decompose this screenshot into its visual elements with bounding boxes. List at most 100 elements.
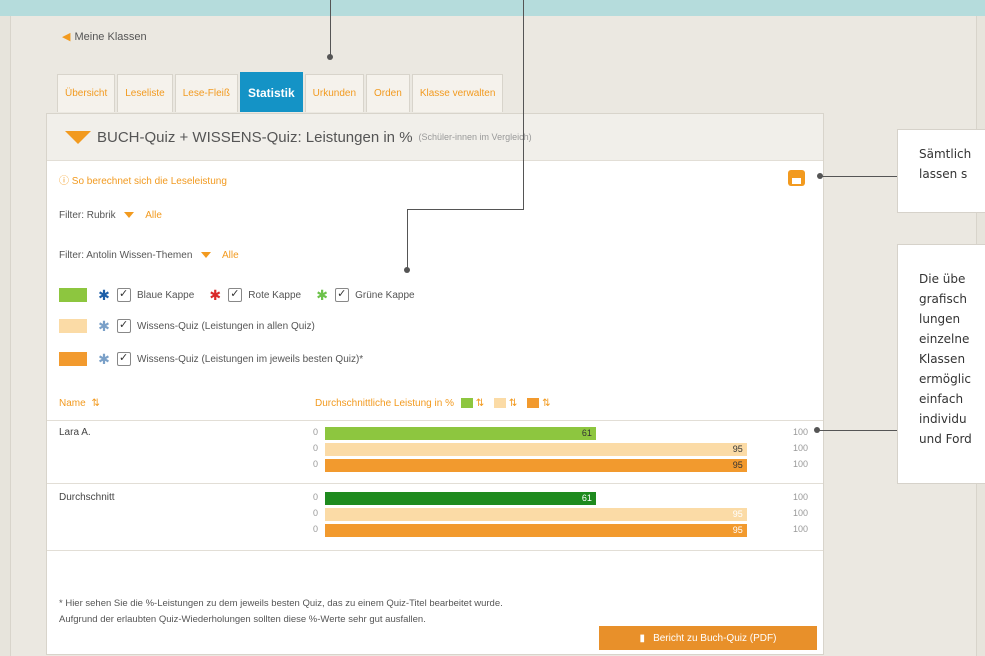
print-icon[interactable] (788, 170, 805, 186)
callout-chart-line: individu (919, 412, 967, 426)
bar-value: 61 (581, 493, 592, 503)
bar-max: 100 (793, 459, 809, 469)
callout-print: Sämtlich lassen s (897, 129, 985, 213)
bar-fill: 95 (325, 459, 747, 472)
connector-line (820, 176, 897, 177)
checkbox-rote-kappe[interactable] (228, 287, 243, 302)
splat-icon: ✱ (98, 350, 110, 367)
legend-swatch-light-orange (59, 319, 87, 333)
filter-rubrik-value: Alle (145, 210, 162, 221)
tab-orden[interactable]: Orden (366, 74, 410, 112)
checkbox-wissens-quiz-beste[interactable] (117, 351, 131, 366)
callout-chart: Die übe grafisch lungen einzelne Klassen… (897, 244, 985, 484)
bar-max: 100 (793, 443, 809, 453)
callout-chart-line: Klassen (919, 352, 966, 366)
bar-line: 0 61 100 (313, 492, 808, 505)
filter-wissen-value: Alle (221, 250, 239, 261)
filter-wissen-themen[interactable]: Filter: Antolin Wissen-Themen Alle (59, 250, 239, 261)
checkbox-wissens-quiz-alle[interactable] (117, 318, 131, 333)
legend-label-wissens-alle: Wissens-Quiz (Leistungen in allen Quiz) (137, 320, 315, 332)
connector-line (817, 430, 897, 431)
sort-orange-icon[interactable]: ⇅ (542, 398, 550, 409)
filter-rubrik[interactable]: Filter: Rubrik Alle (59, 210, 162, 221)
pdf-report-label: Bericht zu Buch-Quiz (PDF) (653, 632, 777, 644)
dropdown-triangle-icon (201, 252, 212, 259)
footnote-line-1: * Hier sehen Sie die %-Leistungen zu dem… (59, 598, 503, 609)
callout-chart-line: einfach (919, 392, 964, 406)
collapse-triangle-icon[interactable] (65, 130, 91, 144)
bar-zero: 0 (313, 427, 319, 437)
pointer-notch (422, 0, 454, 16)
pdf-report-button[interactable]: ▮ Bericht zu Buch-Quiz (PDF) (599, 626, 817, 650)
row-name: Durchschnitt (59, 492, 115, 503)
bar-zero: 0 (313, 492, 319, 502)
bar-value: 95 (732, 509, 743, 519)
breadcrumb[interactable]: ◀ Meine Klassen (62, 30, 147, 43)
bar-value: 61 (581, 428, 592, 438)
bar-line: 0 61 100 (313, 427, 808, 440)
callout-print-line: Sämtlich (919, 147, 972, 161)
statistics-panel: BUCH-Quiz + WISSENS-Quiz: Leistungen in … (46, 113, 824, 655)
connector-dot (327, 54, 333, 60)
bar-max: 100 (793, 508, 809, 518)
panel-title: BUCH-Quiz + WISSENS-Quiz: Leistungen in … (97, 128, 413, 146)
top-band (0, 0, 985, 16)
bar-zero: 0 (313, 459, 319, 469)
sort-light-orange-icon[interactable]: ⇅ (509, 398, 517, 409)
connector-line (407, 209, 408, 269)
connector-dot (404, 267, 410, 273)
tab-klasse-verwalten[interactable]: Klasse verwalten (411, 74, 504, 112)
legend-swatch-orange (59, 352, 87, 366)
info-icon: ⓘ (59, 176, 69, 187)
info-link[interactable]: ⓘ So berechnet sich die Leseleistung (59, 172, 227, 187)
bar-track: 61 (325, 492, 769, 505)
sort-green-icon[interactable]: ⇅ (476, 398, 484, 409)
callout-chart-line: grafisch (919, 292, 967, 306)
bar-zero: 0 (313, 508, 319, 518)
connector-line (330, 0, 331, 56)
tab-lese-fleiss[interactable]: Lese-Fleiß (174, 74, 238, 112)
tab-leseliste[interactable]: Leseliste (117, 74, 173, 112)
tab-statistik[interactable]: Statistik (239, 72, 303, 112)
legend-row-wissen-beste: ✱ Wissens-Quiz (Leistungen im jeweils be… (59, 350, 373, 368)
bar-line: 0 95 100 (313, 508, 808, 521)
tab-bar: Übersicht Leseliste Lese-Fleiß Statistik… (57, 72, 505, 112)
callout-chart-line: lungen (919, 312, 961, 326)
legend-label-rote-kappe: Rote Kappe (248, 289, 302, 301)
footnote-line-2: Aufgrund der erlaubten Quiz-Wiederholung… (59, 614, 426, 625)
sort-swatch-light-orange (493, 398, 506, 409)
table-header: Name ⇅ Durchschnittliche Leistung in % ⇅… (47, 388, 823, 421)
table-row: Durchschnitt 0 61 100 0 95 100 0 95 100 (47, 484, 823, 551)
bar-track: 95 (325, 443, 769, 456)
bar-value: 95 (732, 460, 743, 470)
checkbox-gruene-kappe[interactable] (335, 287, 350, 302)
legend-row-kappen: ✱ Blaue Kappe ✱ Rote Kappe ✱ Grüne Kappe (59, 286, 425, 304)
bar-fill: 95 (325, 443, 747, 456)
connector-line (523, 0, 524, 210)
callout-chart-line: ermöglic (919, 372, 972, 386)
callout-print-line: lassen s (919, 167, 968, 181)
bar-max: 100 (793, 524, 809, 534)
bar-line: 0 95 100 (313, 459, 808, 472)
tab-urkunden[interactable]: Urkunden (304, 74, 365, 112)
callout-chart-line: und Ford (919, 432, 972, 446)
red-splat-icon: ✱ (209, 286, 222, 303)
sort-arrows-icon[interactable]: ⇅ (91, 398, 99, 409)
document-icon: ▮ (639, 632, 646, 644)
sort-swatch-orange (527, 398, 540, 409)
breadcrumb-label: Meine Klassen (74, 31, 147, 43)
panel-header[interactable]: BUCH-Quiz + WISSENS-Quiz: Leistungen in … (47, 114, 823, 161)
splat-icon: ✱ (98, 317, 110, 334)
column-name[interactable]: Name ⇅ (59, 398, 103, 409)
bar-track: 95 (325, 508, 769, 521)
checkbox-blaue-kappe[interactable] (117, 287, 131, 302)
callout-chart-line: einzelne (919, 332, 970, 346)
bar-track: 61 (325, 427, 769, 440)
bar-track: 95 (325, 524, 769, 537)
column-average: Durchschnittliche Leistung in % ⇅ ⇅ ⇅ (315, 398, 553, 409)
bar-value: 95 (732, 525, 743, 535)
info-label: So berechnet sich die Leseleistung (71, 176, 227, 187)
tab-uebersicht[interactable]: Übersicht (57, 74, 116, 112)
panel-subtitle: (Schüler-innen im Vergleich) (418, 132, 532, 142)
bar-zero: 0 (313, 443, 319, 453)
